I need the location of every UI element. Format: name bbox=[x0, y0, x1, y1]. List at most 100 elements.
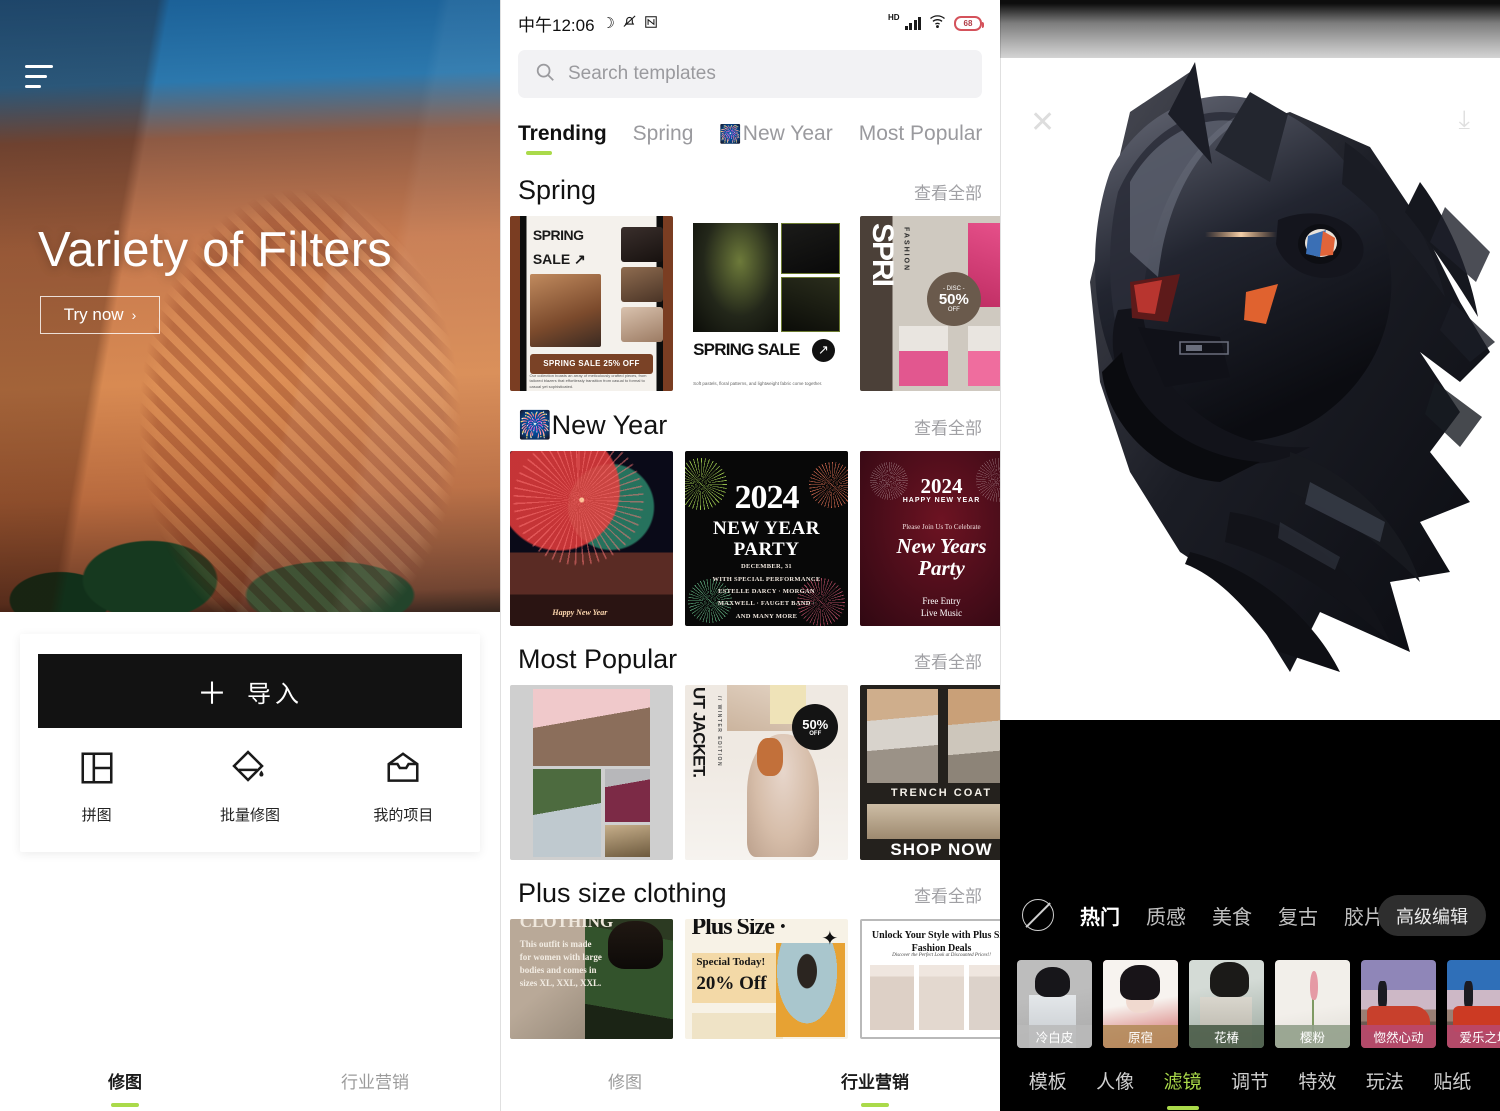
template-card[interactable]: 2024 HAPPY NEW YEAR Please Join Us To Ce… bbox=[860, 451, 1000, 626]
search-bar[interactable]: Search templates bbox=[518, 50, 982, 98]
filter-cat-vintage[interactable]: 复古 bbox=[1278, 901, 1318, 930]
tab-play[interactable]: 玩法 bbox=[1351, 1067, 1418, 1094]
filter-label: 爱乐之城 bbox=[1447, 1025, 1500, 1048]
template-card[interactable]: SPRING SALE ↗ SPRING SALE 25% OFF Our co… bbox=[510, 216, 673, 391]
tab-trending[interactable]: Trending bbox=[518, 122, 607, 157]
hd-label: HD bbox=[887, 13, 900, 22]
filter-cat-hot[interactable]: 热门 bbox=[1080, 901, 1120, 930]
tool-collage[interactable]: 拼图 bbox=[20, 749, 173, 825]
see-all-plus-size[interactable]: 查看全部 bbox=[914, 882, 982, 907]
fireworks-icon: 🎆 bbox=[719, 124, 742, 144]
tab-effects[interactable]: 特效 bbox=[1284, 1067, 1351, 1094]
template-card[interactable] bbox=[510, 685, 673, 860]
tab-new-year[interactable]: 🎆New Year bbox=[719, 122, 832, 157]
card-title: TRENCH COAT bbox=[890, 786, 993, 799]
bottom-nav-item-marketing[interactable]: 行业营销 bbox=[250, 1068, 500, 1093]
editor-controls-area: 热门 质感 美食 复古 胶片 自 高级编辑 冷白皮 原宿 花椿 bbox=[1000, 720, 1500, 1111]
template-card[interactable]: SPRI FASHION - DISC - 50% OFF bbox=[860, 216, 1000, 391]
template-card[interactable]: Plus Size · ✦ Special Today! 20% Off bbox=[685, 919, 848, 1039]
card-special: Special Today! bbox=[696, 956, 766, 969]
signal-bars-icon bbox=[904, 16, 921, 30]
filter-item[interactable]: 樱粉 bbox=[1275, 960, 1350, 1048]
card-photo bbox=[604, 825, 651, 857]
tab-most-popular[interactable]: Most Popular bbox=[859, 122, 983, 157]
advanced-edit-button[interactable]: 高级编辑 bbox=[1378, 895, 1486, 936]
filter-item[interactable]: 原宿 bbox=[1103, 960, 1178, 1048]
filter-cat-food[interactable]: 美食 bbox=[1212, 901, 1252, 930]
card-title: SPRI bbox=[865, 223, 899, 286]
template-card[interactable]: TRENCH COAT SHOP NOW bbox=[860, 685, 1000, 860]
bottom-nav-item-retouch[interactable]: 修图 bbox=[0, 1068, 250, 1107]
tab-portrait[interactable]: 人像 bbox=[1081, 1067, 1148, 1094]
card-photo bbox=[532, 688, 651, 766]
template-row-new-year[interactable]: Happy New Year 2024 NEW YEAR PARTY DECEM… bbox=[500, 451, 1000, 626]
tab-template[interactable]: 模板 bbox=[1014, 1067, 1081, 1094]
card-discount: 20% Off bbox=[696, 973, 767, 994]
filter-thumbnail-row[interactable]: 冷白皮 原宿 花椿 樱粉 惚然心动 爱乐之 bbox=[1000, 960, 1500, 1048]
tab-spring-label: Spring bbox=[632, 122, 694, 145]
filter-label: 惚然心动 bbox=[1361, 1025, 1436, 1048]
tab-portrait-label: 人像 bbox=[1096, 1071, 1135, 1093]
editor-canvas[interactable]: ✕ ⤓ bbox=[1000, 58, 1500, 720]
filter-item[interactable]: 冷白皮 bbox=[1017, 960, 1092, 1048]
try-now-button[interactable]: Try now › bbox=[40, 296, 160, 334]
card-photo bbox=[781, 223, 840, 274]
screenshot-stage: Variety of Filters Try now › ＋ 导入 拼图 批量修… bbox=[0, 0, 1500, 1111]
template-card[interactable]: CLOTHING This outfit is made for women w… bbox=[510, 919, 673, 1039]
template-card[interactable]: UT JACKET. // WINTER EDITION 50% OFF bbox=[685, 685, 848, 860]
template-card[interactable]: Happy New Year bbox=[510, 451, 673, 626]
bottom-nav-retouch-label: 修图 bbox=[608, 1072, 642, 1092]
filter-item[interactable]: 惚然心动 bbox=[1361, 960, 1436, 1048]
template-row-spring[interactable]: SPRING SALE ↗ SPRING SALE 25% OFF Our co… bbox=[500, 216, 1000, 391]
card-photo bbox=[919, 965, 964, 1031]
import-button[interactable]: ＋ 导入 bbox=[38, 654, 462, 728]
card-happy: HAPPY NEW YEAR bbox=[902, 496, 981, 504]
tab-spring[interactable]: Spring bbox=[633, 122, 694, 157]
template-card[interactable]: Unlock Your Style with Plus Size Fashion… bbox=[860, 919, 1000, 1039]
tab-new-year-text: New Year bbox=[742, 122, 833, 145]
template-row-plus-size[interactable]: CLOTHING This outfit is made for women w… bbox=[500, 919, 1000, 1039]
tab-sticker[interactable]: 贴纸 bbox=[1419, 1067, 1486, 1094]
panel-divider bbox=[500, 0, 501, 1111]
card-photo bbox=[781, 277, 840, 332]
template-row-most-popular[interactable]: UT JACKET. // WINTER EDITION 50% OFF TRE… bbox=[500, 685, 1000, 860]
tab-filter[interactable]: 滤镜 bbox=[1149, 1067, 1216, 1110]
see-all-spring[interactable]: 查看全部 bbox=[914, 179, 982, 204]
tool-batch-edit[interactable]: 批量修图 bbox=[173, 749, 326, 825]
battery-level: 68 bbox=[963, 18, 973, 28]
tab-sticker-label: 贴纸 bbox=[1433, 1071, 1472, 1093]
filter-item[interactable]: 花椿 bbox=[1189, 960, 1264, 1048]
card-photo-detail bbox=[607, 921, 664, 970]
section-header-plus-size: Plus size clothing 查看全部 bbox=[500, 860, 1000, 919]
card-caption: Our collection boasts an array of meticu… bbox=[529, 373, 647, 389]
close-icon[interactable]: ✕ bbox=[1030, 108, 1055, 138]
hamburger-menu-icon[interactable] bbox=[25, 65, 53, 88]
hero-banner[interactable]: Variety of Filters Try now › bbox=[0, 0, 500, 612]
tab-template-label: 模板 bbox=[1028, 1071, 1067, 1093]
bottom-nav-item-marketing[interactable]: 行业营销 bbox=[750, 1068, 1000, 1107]
see-all-new-year[interactable]: 查看全部 bbox=[914, 414, 982, 439]
card-photo bbox=[620, 307, 664, 342]
moon-icon: ☽ bbox=[601, 14, 615, 32]
tab-adjust[interactable]: 调节 bbox=[1216, 1067, 1283, 1094]
discount-badge: 50% OFF bbox=[792, 704, 839, 751]
filter-label: 花椿 bbox=[1189, 1025, 1264, 1048]
card-photo-detail bbox=[756, 737, 783, 776]
template-card[interactable]: 2024 NEW YEAR PARTY DECEMBER, 31 WITH SP… bbox=[685, 451, 848, 626]
card-title: UT JACKET. bbox=[689, 686, 709, 777]
no-filter-icon[interactable] bbox=[1022, 899, 1054, 931]
section-title-most-popular: Most Popular bbox=[518, 644, 678, 674]
card-photo bbox=[899, 326, 948, 386]
see-all-most-popular[interactable]: 查看全部 bbox=[914, 648, 982, 673]
card-line1: SPRING bbox=[532, 226, 584, 243]
download-icon[interactable]: ⤓ bbox=[1459, 106, 1471, 132]
bottom-nav-item-retouch[interactable]: 修图 bbox=[500, 1068, 750, 1093]
filter-cat-texture[interactable]: 质感 bbox=[1146, 901, 1186, 930]
status-bar-right: HD 68 bbox=[887, 13, 984, 33]
template-card[interactable]: SPRING SALE ↗ Soft pastels, floral patte… bbox=[685, 216, 848, 391]
tool-my-projects[interactable]: 我的项目 bbox=[327, 749, 480, 825]
card-line2: SALE ↗ bbox=[532, 251, 586, 267]
filter-item[interactable]: 爱乐之城 bbox=[1447, 960, 1500, 1048]
home-action-card: ＋ 导入 拼图 批量修图 我的项目 bbox=[20, 634, 480, 852]
card-join: Please Join Us To Celebrate bbox=[902, 522, 981, 531]
